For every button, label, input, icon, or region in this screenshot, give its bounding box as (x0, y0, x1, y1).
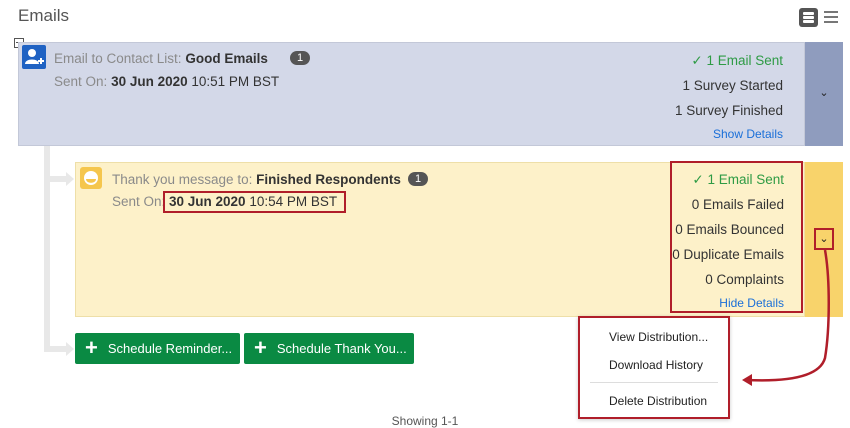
pagination-status: Showing 1-1 (391, 414, 459, 428)
count-badge: 1 (290, 51, 311, 65)
sent-datetime-highlight: 30 Jun 2020 10:54 PM BST (163, 191, 346, 213)
list-name: Good Emails (185, 51, 268, 66)
surveys-started: 1 Survey Started (682, 78, 783, 93)
menu-item-view-distribution[interactable]: View Distribution... (609, 330, 708, 344)
check-icon: ✓ (691, 53, 703, 68)
connector-arrow-icon (66, 172, 74, 186)
list-view-icon[interactable] (824, 11, 838, 23)
chevron-down-icon: ⌄ (819, 87, 829, 99)
sent-on-row: Sent On: 30 Jun 2020 10:51 PM BST (54, 74, 279, 89)
schedule-thank-you-button[interactable]: + Schedule Thank You... (244, 333, 414, 364)
distribution-actions-menu: View Distribution... Download History De… (578, 316, 730, 419)
schedule-reminder-button[interactable]: + Schedule Reminder... (75, 333, 240, 364)
emails-sent-status: ✓ 1 Email Sent (580, 53, 783, 69)
emails-failed: 0 Emails Failed (691, 197, 784, 212)
emails-sent-count: 1 Email Sent (707, 172, 784, 187)
sent-time: 10:51 PM BST (191, 74, 280, 89)
distribution-header: Email to Contact List: Good Emails (54, 51, 268, 66)
emails-sent-status: ✓ 1 Email Sent (672, 172, 784, 188)
list-name: Finished Respondents (256, 172, 401, 187)
plus-icon: + (85, 334, 98, 360)
connector-arrow-icon (66, 342, 74, 356)
menu-divider (590, 382, 718, 383)
menu-item-download-history[interactable]: Download History (609, 358, 703, 372)
stacked-view-icon[interactable] (799, 8, 818, 27)
page-title: Emails (18, 6, 70, 25)
annotation-arrow (742, 249, 830, 386)
menu-item-delete-distribution[interactable]: Delete Distribution (609, 394, 707, 408)
sent-date: 30 Jun 2020 (169, 194, 246, 209)
sent-on-label: Sent On: (112, 194, 166, 209)
check-icon: ✓ (692, 172, 704, 187)
distribution-type-label: Email to Contact List: (54, 51, 182, 66)
tree-connector (44, 346, 68, 352)
sent-on-label: Sent On: (54, 74, 108, 89)
schedule-thank-you-label: Schedule Thank You... (276, 341, 407, 356)
sent-on-row: Sent On: (112, 194, 165, 209)
distribution-type-label: Thank you message to: (112, 172, 253, 187)
expand-menu-button[interactable]: ⌄ (805, 42, 843, 146)
count-badge: 1 (408, 172, 429, 186)
tree-connector (44, 176, 68, 182)
sent-time: 10:54 PM BST (249, 194, 338, 209)
schedule-reminder-label: Schedule Reminder... (107, 341, 233, 356)
chevron-down-icon: ⌄ (819, 233, 829, 245)
contact-list-icon (22, 45, 46, 69)
chevron-highlight[interactable]: ⌄ (814, 228, 834, 250)
sent-date: 30 Jun 2020 (111, 74, 188, 89)
thank-you-icon (80, 167, 102, 189)
emails-bounced: 0 Emails Bounced (675, 222, 784, 237)
plus-icon: + (254, 334, 267, 360)
distribution-header: Thank you message to: Finished Responden… (112, 172, 401, 187)
surveys-finished: 1 Survey Finished (674, 103, 783, 118)
emails-sent-count: 1 Email Sent (706, 53, 783, 68)
show-details-link[interactable]: Show Details (580, 127, 783, 141)
